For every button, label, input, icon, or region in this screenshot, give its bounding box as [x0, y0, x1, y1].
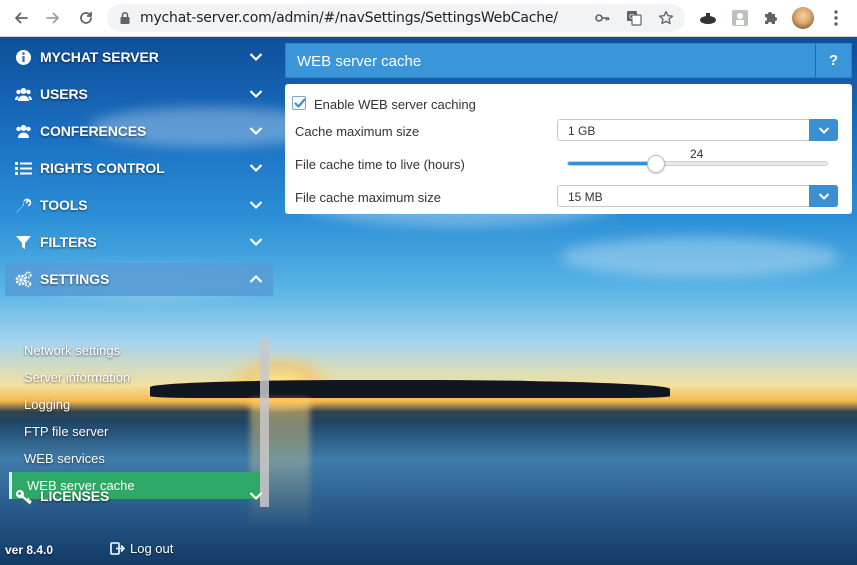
enable-caching-label[interactable]: Enable WEB server caching — [314, 97, 476, 112]
menu-settings[interactable]: SETTINGS — [5, 263, 273, 296]
translate-icon[interactable]: G — [626, 10, 642, 26]
logout-link[interactable]: Log out — [110, 541, 173, 556]
key-icon — [16, 490, 32, 505]
menu-filters[interactable]: FILTERS — [5, 226, 273, 259]
chevron-up-icon — [249, 274, 263, 283]
cache-max-size-value: 1 GB — [568, 124, 596, 138]
version-label: ver 8.4.0 — [5, 543, 54, 557]
menu-label: USERS — [40, 86, 88, 102]
browser-toolbar: mychat-server.com/admin/#/navSettings/Se… — [0, 0, 857, 37]
key-icon[interactable] — [594, 10, 610, 26]
page-title: WEB server cache — [297, 53, 422, 70]
chevron-down-icon — [249, 492, 263, 501]
users-icon — [15, 88, 32, 101]
profile-avatar[interactable] — [792, 7, 814, 29]
ttl-slider[interactable] — [567, 155, 828, 173]
chevron-down-icon — [249, 90, 263, 99]
panel-header: WEB server cache ? — [285, 43, 852, 78]
reload-icon[interactable] — [74, 6, 98, 30]
ttl-label: File cache time to live (hours) — [295, 157, 465, 172]
puzzle-icon[interactable] — [761, 8, 781, 28]
menu-mychat-server[interactable]: MYCHAT SERVER — [5, 41, 273, 74]
menu-label: RIGHTS CONTROL — [40, 160, 165, 176]
gears-icon — [15, 271, 32, 288]
help-button[interactable]: ? — [815, 44, 851, 77]
chevron-down-icon — [249, 164, 263, 173]
submenu-logging[interactable]: Logging — [24, 397, 70, 412]
menu-label: FILTERS — [40, 234, 97, 250]
logout-label: Log out — [130, 541, 174, 556]
enable-caching-checkbox[interactable] — [292, 96, 306, 110]
address-bar[interactable]: mychat-server.com/admin/#/navSettings/Se… — [107, 4, 685, 32]
ttl-slider-fill — [568, 162, 657, 165]
list-icon — [15, 162, 32, 175]
menu-label: TOOLS — [40, 197, 88, 213]
submenu-web-services[interactable]: WEB services — [24, 451, 105, 466]
conferences-icon — [16, 125, 31, 138]
menu-tools[interactable]: TOOLS — [5, 189, 273, 222]
chevron-down-icon — [249, 238, 263, 247]
extension-icon[interactable] — [698, 8, 718, 28]
cache-max-size-label: Cache maximum size — [295, 124, 420, 139]
chevron-down-icon — [249, 127, 263, 136]
wrench-icon — [16, 198, 32, 213]
submenu-network-settings[interactable]: Network settings — [24, 343, 120, 358]
menu-label: MYCHAT SERVER — [40, 49, 159, 65]
menu-conferences[interactable]: CONFERENCES — [5, 115, 273, 148]
chevron-down-icon[interactable] — [809, 185, 838, 207]
lock-icon — [120, 11, 130, 24]
info-icon — [16, 50, 31, 65]
chevron-down-icon — [249, 53, 263, 62]
menu-users[interactable]: USERS — [5, 78, 273, 111]
logout-icon — [110, 542, 125, 555]
cache-max-size-select[interactable]: 1 GB — [557, 119, 838, 141]
chevron-down-icon — [249, 201, 263, 210]
checkmark-icon — [294, 98, 306, 108]
submenu-server-information[interactable]: Server information — [24, 370, 130, 385]
menu-label: SETTINGS — [40, 271, 110, 287]
web-cache-settings-panel: Enable WEB server caching Cache maximum … — [285, 84, 852, 214]
url-text: mychat-server.com/admin/#/navSettings/Se… — [140, 10, 558, 26]
menu-label: LICENSES — [40, 488, 110, 504]
menu-label: CONFERENCES — [40, 123, 147, 139]
menu-licenses[interactable]: LICENSES — [5, 480, 273, 513]
profile-extension-icon[interactable] — [730, 8, 750, 28]
file-max-size-label: File cache maximum size — [295, 190, 441, 205]
ttl-value: 24 — [690, 147, 704, 161]
star-icon[interactable] — [658, 10, 674, 26]
menu-rights-control[interactable]: RIGHTS CONTROL — [5, 152, 273, 185]
sidebar: MYCHAT SERVER USERS CONFERENCES RIGHTS C… — [0, 37, 273, 565]
ttl-slider-thumb[interactable] — [647, 155, 666, 173]
file-max-size-select[interactable]: 15 MB — [557, 185, 838, 207]
filter-icon — [16, 236, 31, 249]
file-max-size-value: 15 MB — [568, 190, 603, 204]
chevron-down-icon[interactable] — [809, 119, 838, 141]
svg-text:G: G — [629, 13, 634, 21]
back-arrow-icon[interactable] — [9, 6, 33, 30]
menu-dots-icon[interactable] — [826, 8, 846, 28]
submenu-ftp-file-server[interactable]: FTP file server — [24, 424, 108, 439]
forward-arrow-icon[interactable] — [41, 6, 65, 30]
